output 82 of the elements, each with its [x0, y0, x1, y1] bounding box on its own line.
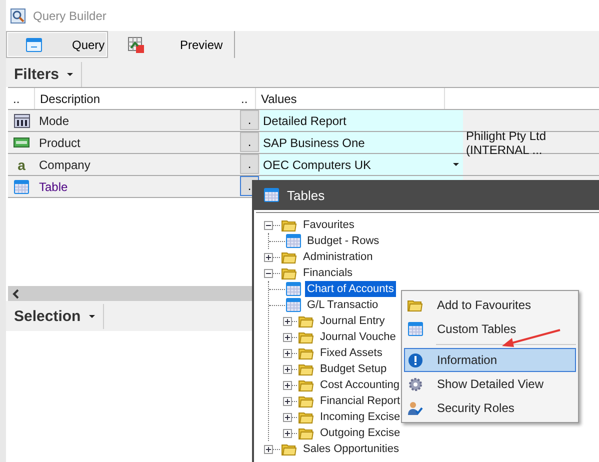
folder-icon	[298, 362, 314, 376]
folder-icon	[298, 314, 314, 328]
caret-icon	[67, 73, 74, 76]
folder-icon	[298, 426, 314, 440]
folder-icon	[281, 250, 297, 264]
column-header: ..	[236, 88, 256, 109]
folder-icon	[407, 298, 423, 312]
folder-icon	[281, 218, 297, 232]
window-app-icon	[10, 8, 26, 24]
expand-icon[interactable]	[283, 348, 292, 358]
folder-icon	[281, 442, 297, 456]
table-cell-text: Philight Pty Ltd (INTERNAL ...	[466, 128, 548, 156]
folder-icon	[298, 394, 314, 408]
table-cell-text: Mode	[38, 112, 70, 130]
tree-item[interactable]: Incoming Excise	[318, 409, 402, 425]
tree-item[interactable]: Journal Vouche	[318, 329, 398, 345]
table-icon	[14, 180, 29, 194]
table-cell-text: Company	[38, 156, 92, 174]
menu-item[interactable]: Custom Tables	[404, 317, 576, 341]
ellipsis-button[interactable]: .	[240, 154, 259, 174]
tree-item[interactable]: Financials	[301, 265, 355, 281]
column-header: Values	[260, 90, 298, 108]
folder-icon	[298, 410, 314, 424]
window-icon	[26, 38, 42, 52]
tree-item[interactable]: Administration	[301, 249, 375, 265]
ellipsis-button[interactable]: .	[240, 110, 259, 130]
expand-icon[interactable]	[283, 332, 292, 342]
grid-icon	[14, 114, 30, 128]
table-icon	[286, 298, 301, 312]
table-cell-text: Product	[38, 134, 82, 152]
expand-icon[interactable]	[283, 412, 292, 422]
gear-icon	[408, 376, 422, 392]
window-title: Query Builder	[33, 8, 106, 22]
collapse-icon[interactable]	[264, 220, 273, 230]
expand-icon[interactable]	[283, 364, 292, 374]
caret-icon	[88, 314, 95, 318]
folder-icon	[298, 346, 314, 360]
tree-item[interactable]: Cost Accounting	[318, 377, 402, 393]
menu-item[interactable]: Security Roles	[404, 396, 576, 420]
expand-icon[interactable]	[264, 444, 273, 454]
expand-icon[interactable]	[283, 396, 292, 406]
grid-chart-icon	[128, 36, 144, 52]
info-icon	[408, 352, 422, 368]
tree-item[interactable]: Sales Opportunities	[301, 441, 401, 457]
value-field[interactable]: Detailed Report	[260, 110, 463, 131]
tree-item[interactable]: Budget - Rows	[305, 233, 382, 249]
user-icon	[407, 400, 423, 416]
value-field[interactable]: OEC Computers UK	[260, 154, 463, 175]
table-icon	[264, 188, 279, 202]
tree-item[interactable]: Chart of Accounts	[305, 281, 396, 297]
menu-item[interactable]: Show Detailed View	[404, 372, 576, 396]
value-field[interactable]: SAP Business One	[260, 132, 463, 153]
folder-icon	[281, 266, 297, 280]
expand-icon[interactable]	[264, 252, 273, 262]
menu-item[interactable]: Information	[404, 348, 576, 372]
table-cell-text: Table	[38, 178, 69, 196]
expand-icon[interactable]	[283, 380, 292, 390]
product-box-icon	[13, 136, 30, 149]
tree-item[interactable]: Favourites	[301, 217, 356, 233]
table-icon	[286, 282, 301, 296]
scroll-left-icon[interactable]	[12, 288, 20, 298]
ellipsis-button[interactable]: .	[240, 132, 259, 152]
tree-item[interactable]: Outgoing Excise	[318, 425, 402, 441]
menu-item[interactable]: Add to Favourites	[404, 293, 576, 317]
tree-item[interactable]: Financial Report	[318, 393, 402, 409]
dropdown-caret-icon[interactable]	[453, 163, 459, 166]
collapse-icon[interactable]	[264, 268, 273, 278]
tab[interactable]: Query	[6, 31, 108, 58]
tree-item[interactable]: G/L Transactio	[305, 297, 380, 313]
table-icon	[408, 322, 422, 336]
table-icon	[286, 234, 301, 248]
expand-icon[interactable]	[283, 316, 292, 326]
tree-item[interactable]: Journal Entry	[318, 313, 387, 329]
tree-item[interactable]: Budget Setup	[318, 361, 389, 377]
column-header: ..	[8, 88, 35, 109]
folder-icon	[298, 330, 314, 344]
dialog-title: Tables	[287, 188, 325, 202]
column-header: Description	[39, 90, 102, 108]
expand-icon[interactable]	[283, 428, 292, 438]
company-letter-icon: a	[18, 158, 26, 172]
folder-icon	[298, 378, 314, 392]
tree-item[interactable]: Fixed Assets	[318, 345, 384, 361]
